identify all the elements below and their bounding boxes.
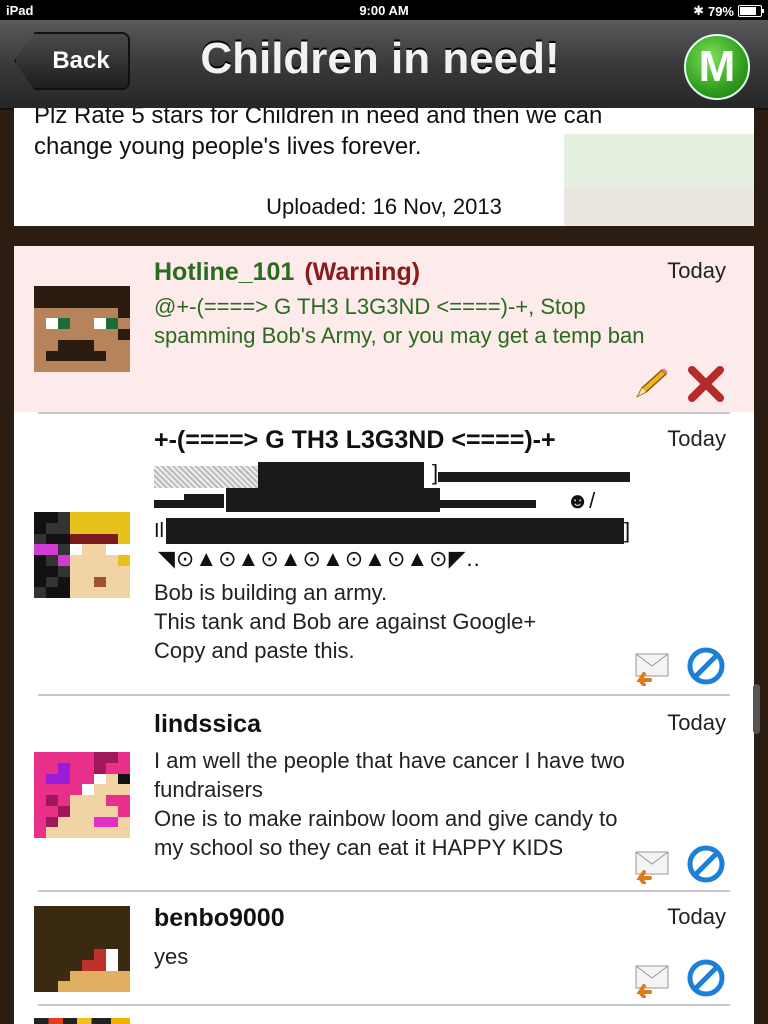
description-card: Plz Rate 5 stars for Children in need an… (14, 108, 754, 226)
comment-username[interactable]: benbo9000 (154, 904, 285, 933)
description-line-2: change young people's lives forever. (34, 133, 422, 160)
comment-row-partial (14, 1006, 754, 1024)
delete-x-icon[interactable] (686, 366, 726, 402)
description-line-1: Plz Rate 5 stars for Children in need an… (34, 108, 603, 129)
tank-ascii-art: ] ☻/ Il ] ◥⊙▲⊙▲⊙▲⊙▲⊙▲⊙▲⊙◤.. (154, 460, 634, 578)
comment-text: I am well the people that have cancer I … (154, 748, 625, 860)
comment-time: Today (667, 710, 726, 735)
block-icon[interactable] (686, 646, 726, 685)
tank-stick-figure: ☻/ (566, 488, 596, 513)
avatar[interactable] (34, 906, 130, 992)
comment-time: Today (667, 904, 726, 929)
reply-mail-icon[interactable] (632, 848, 672, 885)
navigation-bar: Back Children in need! M (0, 20, 768, 110)
tank-right-bracket: ] (624, 518, 631, 543)
comment-time: Today (667, 258, 726, 283)
back-button[interactable]: Back (14, 32, 130, 90)
back-button-label: Back (52, 47, 110, 74)
block-icon[interactable] (686, 844, 726, 883)
tank-left-edge: Il (154, 520, 164, 542)
avatar[interactable] (34, 512, 130, 598)
warning-label: (Warning) (304, 258, 421, 286)
comment-username[interactable]: lindssica (154, 710, 261, 739)
battery-indicator: ✱ 79% (693, 3, 764, 19)
reply-mail-icon[interactable] (632, 650, 672, 687)
comments-list[interactable]: Hotline_101 (Warning) Today @+-(====> G T… (14, 246, 754, 1024)
comment-text: Bob is building an army. This tank and B… (154, 580, 537, 663)
tank-wheels: ◥⊙▲⊙▲⊙▲⊙▲⊙▲⊙▲⊙◤.. (158, 546, 481, 571)
comment-row: benbo9000 Today yes (14, 892, 754, 1004)
battery-percent: 79% (707, 3, 734, 19)
block-icon[interactable] (686, 958, 726, 997)
m-logo-button[interactable]: M (684, 34, 750, 100)
avatar[interactable] (34, 286, 130, 372)
scrollbar[interactable] (753, 684, 760, 734)
comment-row: Hotline_101 (Warning) Today @+-(====> G T… (14, 246, 754, 412)
comment-username[interactable]: +-(====> G TH3 L3G3ND <====)-+ (154, 426, 556, 455)
status-bar: iPad 9:00 AM ✱ 79% (0, 0, 768, 20)
description-text: Plz Rate 5 stars for Children in need an… (34, 108, 674, 162)
comment-username[interactable]: Hotline_101 (Warning) (154, 258, 420, 287)
comment-username-text: Hotline_101 (154, 258, 295, 286)
avatar[interactable] (34, 752, 130, 838)
comment-text: @+-(====> G TH3 L3G3ND <====)-+, Stop sp… (154, 294, 645, 348)
battery-icon (738, 5, 764, 17)
comment-row: +-(====> G TH3 L3G3ND <====)-+ Today ] ☻… (14, 414, 754, 694)
pencil-icon[interactable] (632, 366, 672, 402)
page-title: Children in need! (200, 34, 560, 83)
uploaded-date: Uploaded: 16 Nov, 2013 (266, 194, 502, 219)
comment-row: lindssica Today I am well the people tha… (14, 696, 754, 890)
reply-mail-icon[interactable] (632, 962, 672, 999)
clock: 9:00 AM (359, 3, 409, 18)
comment-time: Today (667, 426, 726, 451)
comment-text: yes (154, 944, 189, 969)
bluetooth-icon: ✱ (693, 3, 704, 18)
